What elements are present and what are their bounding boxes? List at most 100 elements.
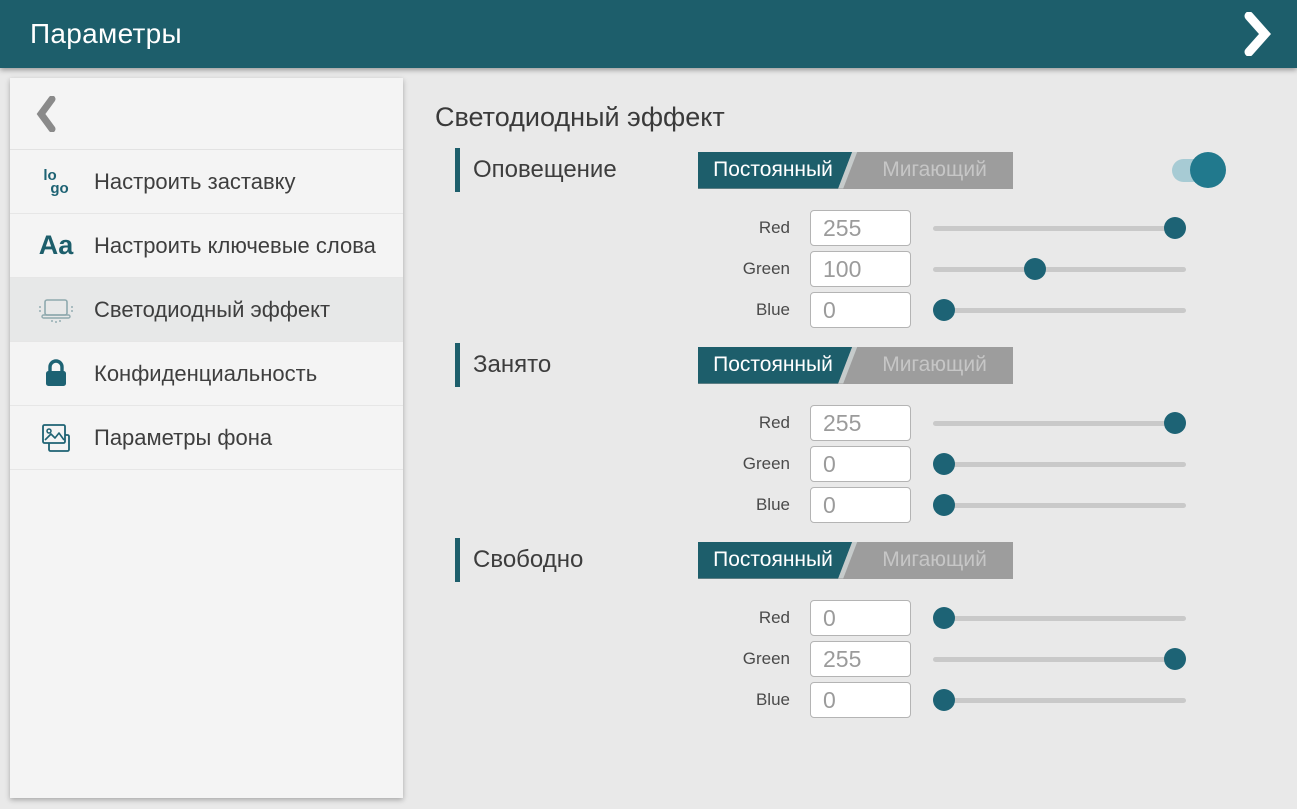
main-title: Светодиодный эффект — [435, 102, 1297, 133]
main-panel: Светодиодный эффект Оповещение Постоянны… — [435, 68, 1297, 723]
logo-icon: lo go — [34, 169, 78, 195]
channel-row: Blue — [435, 292, 1297, 328]
channel-group-alert: Red Green Blue — [435, 210, 1297, 328]
slider-track[interactable] — [933, 308, 1186, 313]
slider-track[interactable] — [933, 657, 1186, 662]
channel-row: Green — [435, 251, 1297, 287]
channel-label: Red — [435, 608, 790, 628]
slider-track[interactable] — [933, 267, 1186, 272]
red-value-input[interactable] — [810, 210, 911, 246]
section-accent-bar — [455, 538, 460, 582]
slider-track[interactable] — [933, 462, 1186, 467]
alert-enabled-toggle[interactable] — [1172, 151, 1226, 189]
keywords-icon: Aa — [34, 230, 78, 261]
slider-thumb[interactable] — [1024, 258, 1046, 280]
tab-blinking[interactable]: Мигающий — [856, 542, 1013, 579]
slider-track[interactable] — [933, 698, 1186, 703]
lock-icon — [34, 357, 78, 391]
app-header: Параметры — [0, 0, 1297, 68]
green-slider — [933, 251, 1186, 287]
channel-label: Red — [435, 218, 790, 238]
blue-slider — [933, 292, 1186, 328]
mode-tabs-alert: Постоянный Мигающий — [698, 152, 1013, 189]
tab-solid[interactable]: Постоянный — [698, 152, 848, 189]
channel-group-busy: Red Green Blue — [435, 405, 1297, 523]
slider-thumb[interactable] — [933, 453, 955, 475]
green-slider — [933, 446, 1186, 482]
channel-row: Green — [435, 641, 1297, 677]
red-slider — [933, 210, 1186, 246]
slider-thumb[interactable] — [933, 607, 955, 629]
slider-track[interactable] — [933, 503, 1186, 508]
sidebar-item-label: Параметры фона — [94, 424, 272, 451]
green-value-input[interactable] — [810, 446, 911, 482]
slider-thumb[interactable] — [933, 299, 955, 321]
mode-tabs-busy: Постоянный Мигающий — [698, 347, 1013, 384]
channel-label: Blue — [435, 690, 790, 710]
toggle-knob — [1190, 152, 1226, 188]
channel-label: Red — [435, 413, 790, 433]
channel-row: Blue — [435, 682, 1297, 718]
blue-value-input[interactable] — [810, 292, 911, 328]
slider-thumb[interactable] — [933, 494, 955, 516]
sidebar-item-label: Настроить ключевые слова — [94, 232, 376, 259]
sidebar-item-splash[interactable]: lo go Настроить заставку — [10, 150, 403, 214]
logo-icon-text-2: go — [50, 182, 68, 195]
blue-value-input[interactable] — [810, 487, 911, 523]
sidebar-item-background[interactable]: Параметры фона — [10, 406, 403, 470]
blue-slider — [933, 487, 1186, 523]
sidebar-item-led-effect[interactable]: Светодиодный эффект — [10, 278, 403, 342]
forward-chevron-icon[interactable] — [1241, 12, 1271, 56]
slider-thumb[interactable] — [1164, 412, 1186, 434]
red-value-input[interactable] — [810, 600, 911, 636]
slider-thumb[interactable] — [1164, 648, 1186, 670]
sidebar-item-label: Настроить заставку — [94, 168, 296, 195]
section-header-busy: Занято Постоянный Мигающий — [455, 343, 1297, 387]
blue-slider — [933, 682, 1186, 718]
green-slider — [933, 641, 1186, 677]
tab-blinking[interactable]: Мигающий — [856, 152, 1013, 189]
sidebar-item-keywords[interactable]: Aa Настроить ключевые слова — [10, 214, 403, 278]
slider-thumb[interactable] — [1164, 217, 1186, 239]
section-title: Оповещение — [473, 156, 698, 184]
display-icon — [34, 295, 78, 325]
channel-row: Red — [435, 600, 1297, 636]
mode-tabs-free: Постоянный Мигающий — [698, 542, 1013, 579]
sidebar-item-privacy[interactable]: Конфиденциальность — [10, 342, 403, 406]
slider-track[interactable] — [933, 616, 1186, 621]
section-header-free: Свободно Постоянный Мигающий — [455, 538, 1297, 582]
channel-label: Green — [435, 649, 790, 669]
red-value-input[interactable] — [810, 405, 911, 441]
section-title: Занято — [473, 351, 698, 379]
channel-row: Green — [435, 446, 1297, 482]
blue-value-input[interactable] — [810, 682, 911, 718]
channel-group-free: Red Green Blue — [435, 600, 1297, 718]
green-value-input[interactable] — [810, 641, 911, 677]
content-area: lo go Настроить заставку Aa Настроить кл… — [0, 68, 1297, 809]
page-title: Параметры — [30, 18, 182, 50]
green-value-input[interactable] — [810, 251, 911, 287]
sidebar-item-label: Конфиденциальность — [94, 360, 317, 387]
tab-blinking[interactable]: Мигающий — [856, 347, 1013, 384]
red-slider — [933, 405, 1186, 441]
slider-track[interactable] — [933, 421, 1186, 426]
channel-row: Red — [435, 405, 1297, 441]
channel-row: Blue — [435, 487, 1297, 523]
slider-thumb[interactable] — [933, 689, 955, 711]
section-accent-bar — [455, 148, 460, 192]
channel-label: Blue — [435, 300, 790, 320]
red-slider — [933, 600, 1186, 636]
images-icon — [34, 421, 78, 455]
chevron-left-icon — [36, 96, 56, 132]
sidebar-item-label: Светодиодный эффект — [94, 296, 330, 323]
section-accent-bar — [455, 343, 460, 387]
tab-solid[interactable]: Постоянный — [698, 347, 848, 384]
section-title: Свободно — [473, 546, 698, 574]
channel-label: Green — [435, 454, 790, 474]
channel-label: Green — [435, 259, 790, 279]
tab-solid[interactable]: Постоянный — [698, 542, 848, 579]
slider-track[interactable] — [933, 226, 1186, 231]
channel-label: Blue — [435, 495, 790, 515]
sidebar-back-button[interactable] — [10, 78, 403, 150]
section-header-alert: Оповещение Постоянный Мигающий — [455, 148, 1297, 192]
